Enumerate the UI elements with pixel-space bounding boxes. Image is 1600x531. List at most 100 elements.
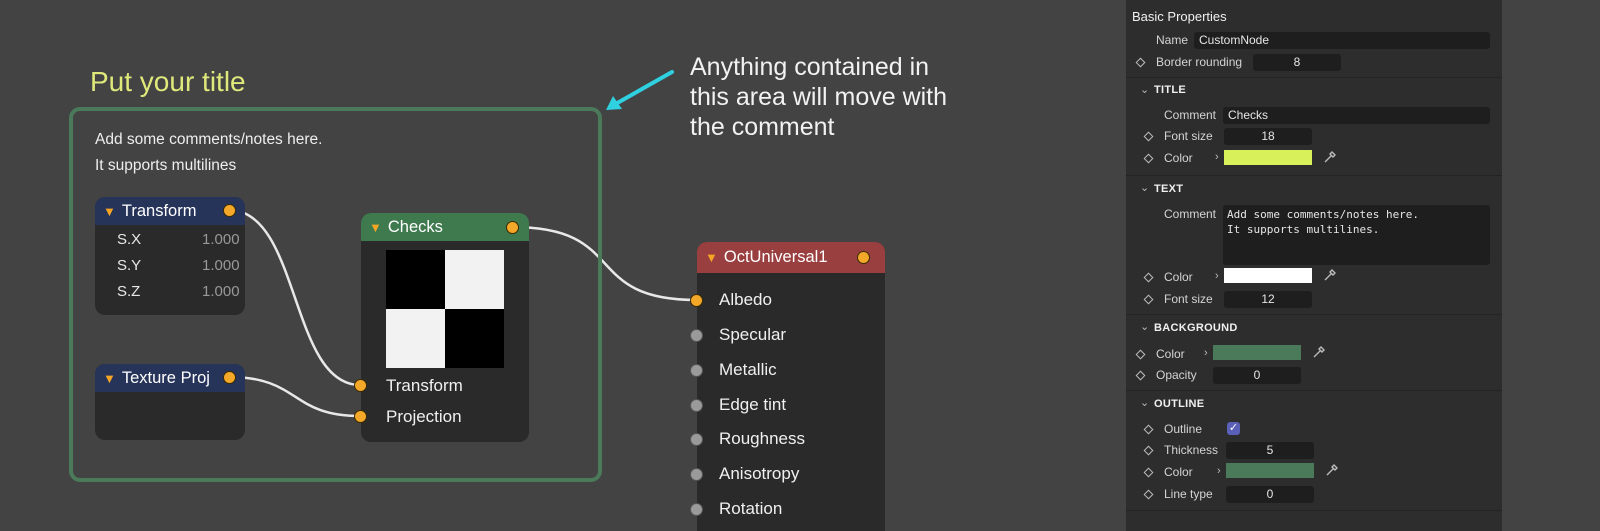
- input-pin-metallic[interactable]: [690, 364, 703, 377]
- node-checks[interactable]: ▼ Checks Transform Projection: [354, 213, 529, 442]
- output-pin[interactable]: [506, 221, 519, 234]
- checker-cell: [386, 309, 445, 368]
- outline-color-swatch[interactable]: [1226, 463, 1314, 478]
- keyframe-diamond-icon[interactable]: [1143, 153, 1154, 164]
- annotation-text: Anything contained in this area will mov…: [690, 53, 948, 141]
- text-comment-textarea[interactable]: Add some comments/notes here. It support…: [1223, 205, 1490, 265]
- keyframe-diamond-icon[interactable]: [1143, 424, 1154, 435]
- param-value[interactable]: 1.000: [202, 283, 240, 300]
- chevron-right-icon[interactable]: ›: [1204, 347, 1208, 359]
- param-row-sy[interactable]: S.Y 1.000: [117, 257, 240, 274]
- section-outline-heading[interactable]: OUTLINE: [1154, 398, 1204, 410]
- keyframe-diamond-icon[interactable]: [1143, 131, 1154, 142]
- collapse-triangle-icon[interactable]: ▼: [103, 371, 116, 386]
- keyframe-diamond-icon[interactable]: [1143, 445, 1154, 456]
- input-pin-albedo[interactable]: [690, 294, 703, 307]
- collapse-triangle-icon[interactable]: ▼: [103, 204, 116, 219]
- title-font-size-field[interactable]: 18: [1224, 128, 1312, 145]
- background-color-label: Color: [1156, 347, 1185, 361]
- divider: [1126, 77, 1502, 78]
- chevron-right-icon[interactable]: ›: [1215, 151, 1219, 163]
- input-label: Specular: [719, 325, 787, 344]
- param-label: S.X: [117, 231, 142, 248]
- chevron-right-icon[interactable]: ›: [1215, 270, 1219, 282]
- keyframe-diamond-icon[interactable]: [1135, 349, 1146, 360]
- name-input[interactable]: CustomNode: [1194, 32, 1490, 49]
- divider: [1126, 390, 1502, 391]
- keyframe-diamond-icon[interactable]: [1143, 272, 1154, 283]
- input-pin-edge-tint[interactable]: [690, 399, 703, 412]
- input-pin-anisotropy[interactable]: [690, 468, 703, 481]
- keyframe-diamond-icon[interactable]: [1143, 467, 1154, 478]
- comment-title[interactable]: Put your title: [90, 66, 246, 98]
- chevron-down-icon[interactable]: ⌄: [1140, 181, 1149, 194]
- chevron-down-icon[interactable]: ⌄: [1140, 396, 1149, 409]
- eyedropper-icon[interactable]: [1311, 344, 1327, 360]
- section-background-heading[interactable]: BACKGROUND: [1154, 322, 1238, 334]
- param-label: S.Z: [117, 283, 141, 300]
- section-text-heading[interactable]: TEXT: [1154, 183, 1183, 195]
- param-value[interactable]: 1.000: [202, 231, 240, 248]
- eyedropper-icon[interactable]: [1324, 462, 1340, 478]
- title-comment-input[interactable]: Checks: [1223, 107, 1490, 124]
- keyframe-diamond-icon[interactable]: [1135, 57, 1146, 68]
- input-pin-rotation[interactable]: [690, 503, 703, 516]
- border-rounding-field[interactable]: 8: [1253, 54, 1341, 71]
- node-octuniversal[interactable]: ▼ OctUniversal1 Albedo Specular Metallic…: [690, 242, 885, 531]
- output-pin[interactable]: [223, 371, 236, 384]
- border-rounding-label: Border rounding: [1156, 55, 1243, 69]
- eyedropper-icon[interactable]: [1322, 267, 1338, 283]
- node-title: OctUniversal1: [723, 248, 828, 266]
- input-pin-specular[interactable]: [690, 329, 703, 342]
- input-pin-projection[interactable]: [354, 410, 367, 423]
- output-pin[interactable]: [223, 204, 236, 217]
- param-row-sx[interactable]: S.X 1.000: [117, 231, 240, 248]
- text-color-label: Color: [1164, 270, 1193, 284]
- chevron-down-icon[interactable]: ⌄: [1140, 83, 1149, 96]
- keyframe-diamond-icon[interactable]: [1143, 294, 1154, 305]
- collapse-triangle-icon[interactable]: ▼: [705, 250, 718, 265]
- node-title: Texture Proj: [121, 368, 210, 387]
- title-color-swatch[interactable]: [1224, 150, 1312, 165]
- canvas-margin: [1502, 0, 1600, 531]
- keyframe-diamond-icon[interactable]: [1143, 489, 1154, 500]
- input-label: Anisotropy: [719, 464, 800, 483]
- input-label: Projection: [386, 407, 462, 426]
- param-value[interactable]: 1.000: [202, 257, 240, 274]
- keyframe-diamond-icon[interactable]: [1135, 370, 1146, 381]
- text-font-size-field[interactable]: 12: [1224, 291, 1312, 308]
- divider: [1126, 510, 1502, 511]
- text-color-swatch[interactable]: [1224, 268, 1312, 283]
- comment-text: Add some comments/notes here. It support…: [95, 131, 323, 174]
- collapse-triangle-icon[interactable]: ▼: [369, 220, 382, 235]
- node-texture-proj[interactable]: ▼ Texture Proj: [95, 364, 245, 440]
- section-title-heading[interactable]: TITLE: [1154, 84, 1186, 96]
- input-label: Albedo: [719, 290, 772, 309]
- eyedropper-icon[interactable]: [1322, 149, 1338, 165]
- node-graph-canvas[interactable]: Put your title Add some comments/notes h…: [0, 0, 1126, 531]
- input-pin-roughness[interactable]: [690, 433, 703, 446]
- background-color-swatch[interactable]: [1213, 345, 1301, 360]
- divider: [1126, 175, 1502, 176]
- background-opacity-label: Opacity: [1156, 368, 1197, 382]
- outline-line-type-field[interactable]: 0: [1226, 486, 1314, 503]
- divider: [1126, 314, 1502, 315]
- chevron-right-icon[interactable]: ›: [1217, 465, 1221, 477]
- node-checks-header[interactable]: ▼ Checks: [361, 213, 529, 241]
- text-font-size-label: Font size: [1164, 292, 1213, 306]
- outline-checkbox[interactable]: ✓: [1227, 422, 1240, 435]
- node-title: Checks: [387, 217, 443, 236]
- input-label: Roughness: [719, 429, 806, 448]
- outline-line-type-label: Line type: [1164, 487, 1213, 501]
- title-color-label: Color: [1164, 151, 1193, 165]
- input-pin-transform[interactable]: [354, 379, 367, 392]
- input-label: Edge tint: [719, 395, 787, 414]
- output-pin[interactable]: [857, 251, 870, 264]
- chevron-down-icon[interactable]: ⌄: [1140, 320, 1149, 333]
- outline-label: Outline: [1164, 422, 1203, 436]
- checker-preview: [386, 250, 504, 368]
- background-opacity-field[interactable]: 0: [1213, 367, 1301, 384]
- outline-thickness-field[interactable]: 5: [1226, 442, 1314, 459]
- node-transform[interactable]: ▼ Transform S.X 1.000 S.Y 1.000 S.Z 1.00…: [95, 197, 245, 315]
- param-row-sz[interactable]: S.Z 1.000: [117, 283, 240, 300]
